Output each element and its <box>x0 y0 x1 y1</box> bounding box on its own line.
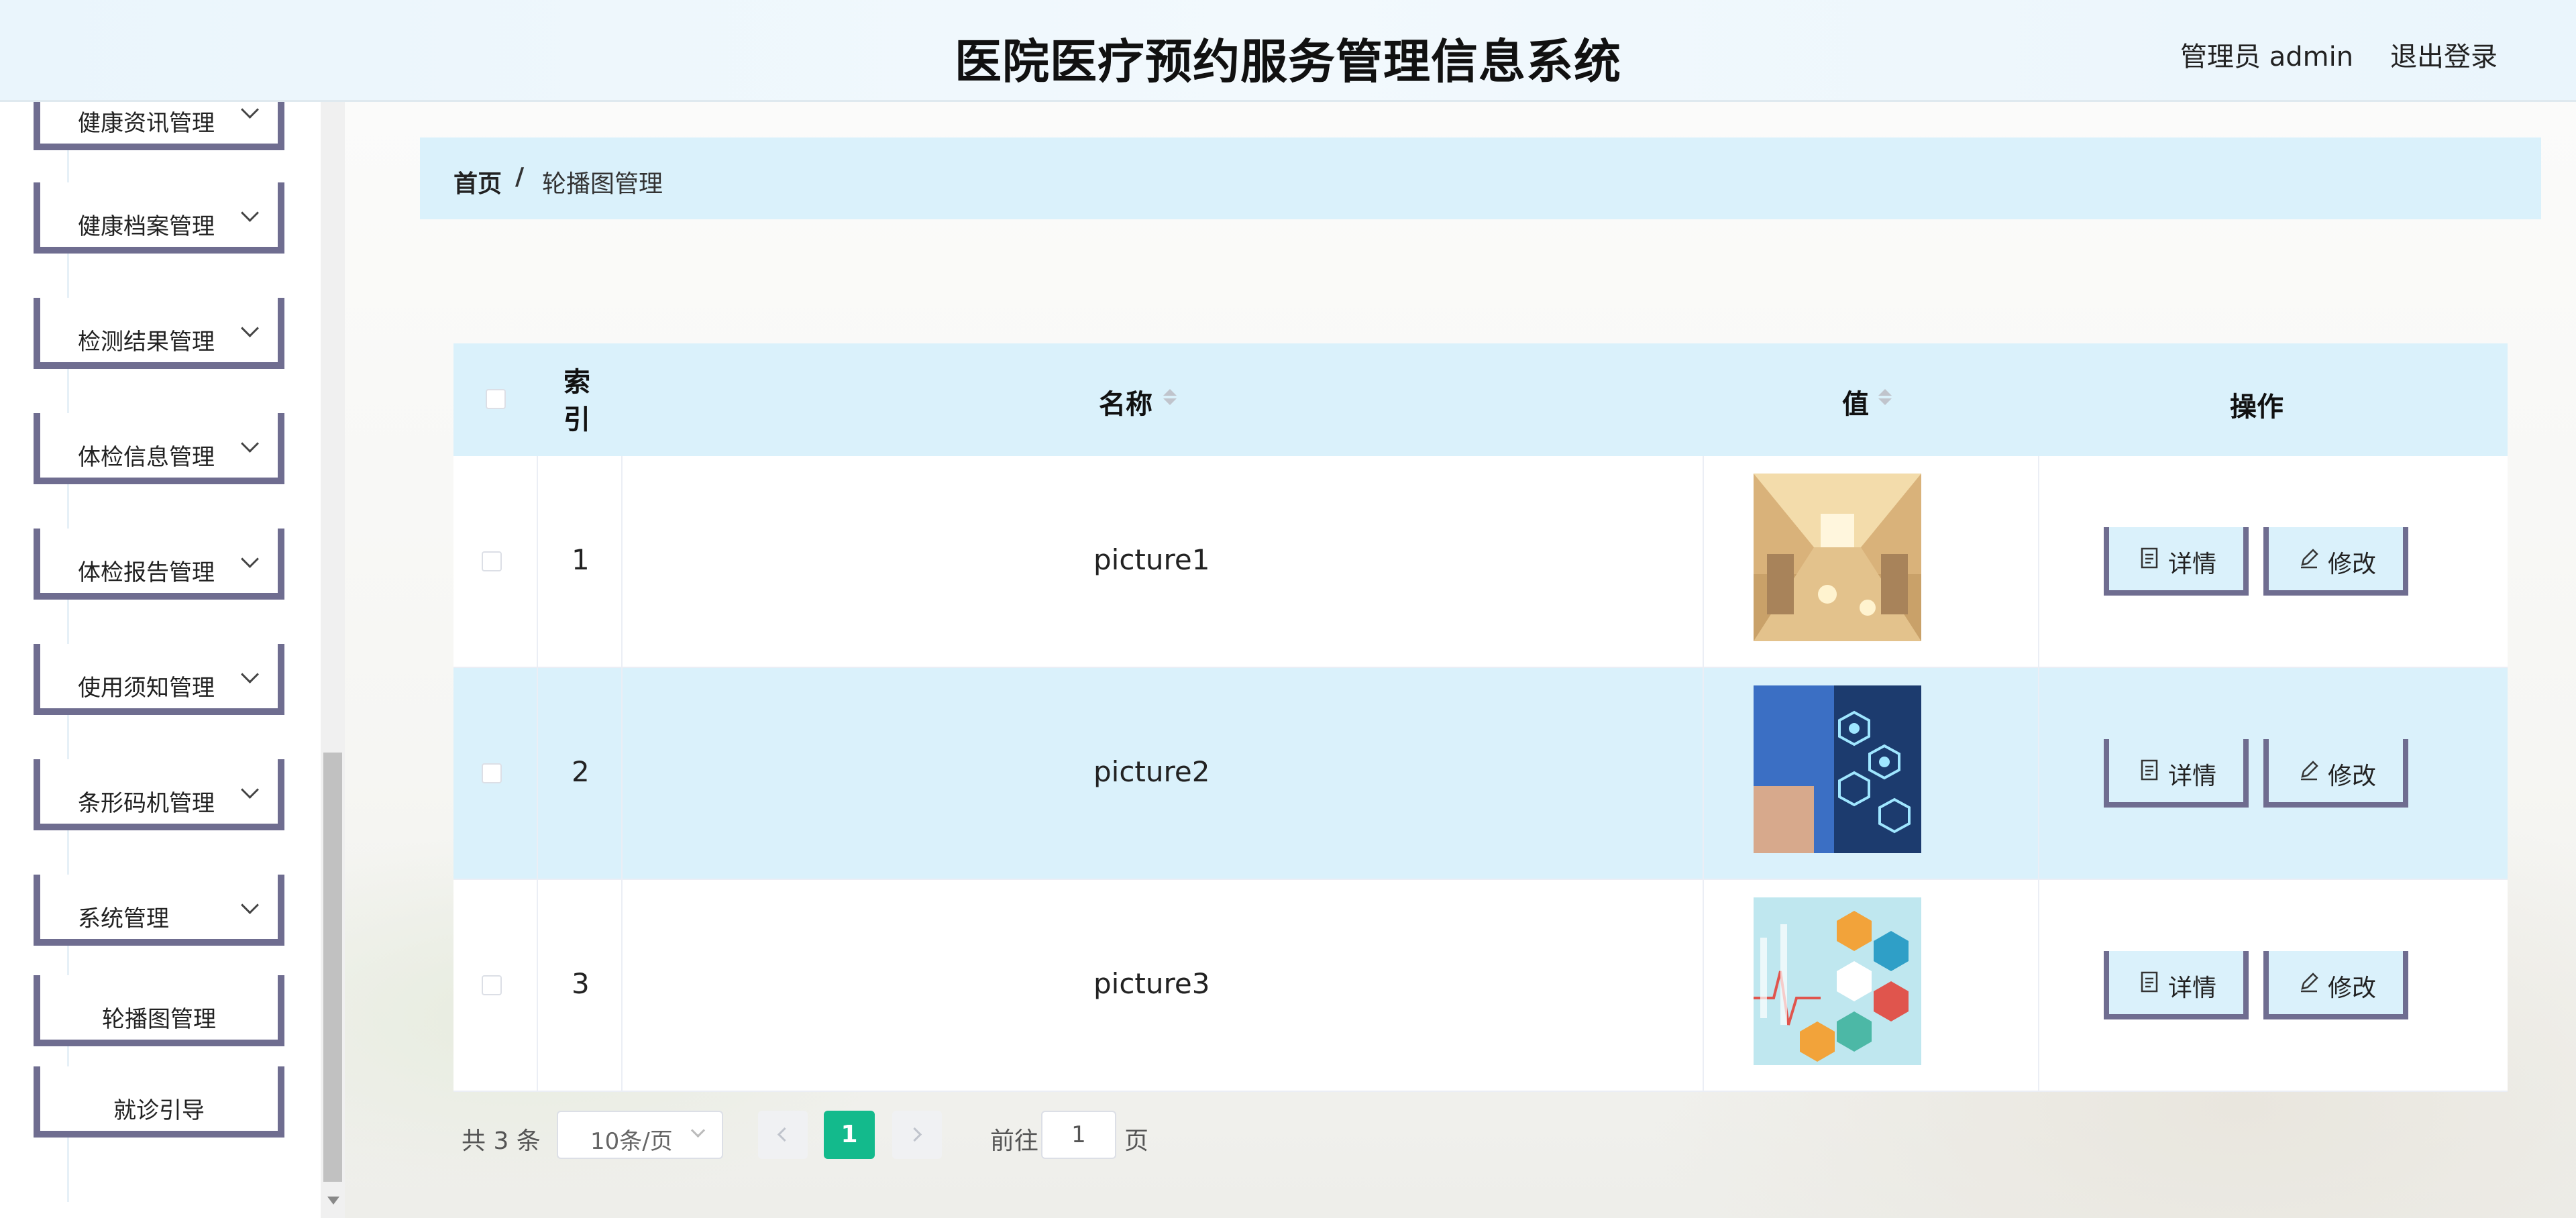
sidebar-item-label: 就诊引导 <box>113 1097 205 1124</box>
column-divider <box>2038 456 2039 1091</box>
detail-button[interactable]: 详情 <box>2104 739 2249 808</box>
table-header: 索引 名称 值 操作 <box>453 343 2508 456</box>
chevron-down-icon <box>241 435 259 453</box>
column-divider <box>537 456 538 1091</box>
sidebar-item-carousel[interactable]: 轮播图管理 <box>34 975 284 1046</box>
sidebar-item-checkup-report[interactable]: 体检报告管理 <box>34 529 284 600</box>
column-value-label: 值 <box>1842 389 1869 420</box>
row-index: 1 <box>572 543 590 576</box>
column-name-header[interactable]: 名称 <box>621 343 1703 456</box>
column-actions-label: 操作 <box>2230 392 2284 423</box>
select-all-checkbox[interactable] <box>486 389 506 409</box>
sidebar-item-usage-notes[interactable]: 使用须知管理 <box>34 644 284 715</box>
edit-button-label: 修改 <box>2328 763 2377 790</box>
sidebar-item-label: 体检信息管理 <box>78 444 215 471</box>
scrollbar-thumb[interactable] <box>323 753 342 1182</box>
detail-button[interactable]: 详情 <box>2104 951 2249 1019</box>
edit-button[interactable]: 修改 <box>2263 951 2408 1019</box>
sidebar-item-health-news[interactable]: 健康资讯管理 <box>34 102 284 150</box>
page-number-button[interactable]: 1 <box>824 1111 875 1159</box>
column-actions-header: 操作 <box>2038 343 2508 456</box>
row-checkbox[interactable] <box>482 551 502 571</box>
row-index: 2 <box>572 755 590 788</box>
table-row: 3 picture3 详情 修改 <box>453 880 2508 1092</box>
page-unit-label: 页 <box>1124 1127 1149 1155</box>
document-icon <box>2141 759 2158 781</box>
sidebar-item-label: 条形码机管理 <box>78 790 215 817</box>
sidebar-item-visit-guide[interactable]: 就诊引导 <box>34 1066 284 1138</box>
edit-pencil-icon <box>2301 549 2318 569</box>
sidebar-item-label: 系统管理 <box>78 905 169 932</box>
sidebar-item-label: 体检报告管理 <box>78 559 215 586</box>
column-divider <box>1703 456 1704 1091</box>
breadcrumb: 首页 / 轮播图管理 <box>420 137 2541 219</box>
sidebar-item-label: 轮播图管理 <box>102 1006 216 1033</box>
next-page-button[interactable] <box>892 1111 942 1159</box>
breadcrumb-separator: / <box>515 163 525 190</box>
row-name: picture3 <box>1093 967 1210 1000</box>
logout-link[interactable]: 退出登录 <box>2390 35 2498 74</box>
sidebar-item-label: 检测结果管理 <box>78 329 215 355</box>
chevron-down-icon <box>241 204 259 222</box>
detail-button[interactable]: 详情 <box>2104 527 2249 596</box>
column-divider <box>621 456 623 1091</box>
chevron-down-icon <box>241 550 259 568</box>
sidebar-item-barcode-machine[interactable]: 条形码机管理 <box>34 759 284 830</box>
chevron-down-icon <box>241 665 259 683</box>
edit-pencil-icon <box>2301 973 2318 993</box>
chevron-down-icon <box>241 896 259 914</box>
row-checkbox[interactable] <box>482 763 502 783</box>
sidebar-item-label: 健康档案管理 <box>78 213 215 240</box>
chevron-down-icon <box>241 319 259 337</box>
breadcrumb-home[interactable]: 首页 <box>453 164 502 199</box>
edit-pencil-icon <box>2301 761 2318 781</box>
detail-button-label: 详情 <box>2168 551 2217 578</box>
chevron-down-icon <box>241 102 259 119</box>
pagination-total: 共 3 条 <box>462 1127 541 1155</box>
goto-page-input[interactable] <box>1041 1111 1116 1159</box>
sidebar-item-label: 使用须知管理 <box>78 675 215 702</box>
sidebar-item-health-records[interactable]: 健康档案管理 <box>34 182 284 254</box>
detail-button-label: 详情 <box>2168 763 2217 790</box>
chevron-down-icon <box>241 781 259 799</box>
sidebar-scrollbar[interactable] <box>321 102 345 1218</box>
prev-page-button[interactable] <box>758 1111 808 1159</box>
sidebar-item-system[interactable]: 系统管理 <box>34 875 284 946</box>
goto-label: 前往 <box>990 1127 1039 1155</box>
edit-button-label: 修改 <box>2328 975 2377 1002</box>
row-name: picture2 <box>1093 755 1210 788</box>
detail-button-label: 详情 <box>2168 975 2217 1002</box>
column-name-label: 名称 <box>1099 389 1152 420</box>
carousel-table: 索引 名称 值 操作 1 picture1 详情 修改 2 picture2 详… <box>453 343 2508 1092</box>
edit-button[interactable]: 修改 <box>2263 527 2408 596</box>
document-icon <box>2141 547 2158 569</box>
scroll-down-arrow-icon[interactable] <box>327 1197 339 1205</box>
column-index-label: 索引 <box>564 367 590 435</box>
chevron-down-icon <box>690 1123 706 1138</box>
table-row: 1 picture1 详情 修改 <box>453 456 2508 668</box>
table-row: 2 picture2 详情 修改 <box>453 668 2508 880</box>
pagination: 共 3 条 10条/页 1 前往 页 <box>0 1100 2576 1174</box>
sidebar: 健康资讯管理 健康档案管理 检测结果管理 体检信息管理 体检报告管理 使用须知管… <box>0 102 321 1218</box>
sidebar-item-label: 健康资讯管理 <box>78 110 215 137</box>
row-index: 3 <box>572 967 590 1000</box>
current-user-label: 管理员 admin <box>2180 42 2354 72</box>
top-header: 医院医疗预约服务管理信息系统 管理员 admin 退出登录 <box>0 0 2576 102</box>
sidebar-item-checkup-info[interactable]: 体检信息管理 <box>34 413 284 484</box>
column-value-header[interactable]: 值 <box>1703 343 2038 456</box>
edit-button[interactable]: 修改 <box>2263 739 2408 808</box>
breadcrumb-current: 轮播图管理 <box>542 170 663 198</box>
row-checkbox[interactable] <box>482 975 502 995</box>
edit-button-label: 修改 <box>2328 551 2377 578</box>
carousel-image-thumbnail[interactable] <box>1754 474 1921 641</box>
sidebar-item-test-results[interactable]: 检测结果管理 <box>34 298 284 369</box>
row-name: picture1 <box>1093 543 1210 576</box>
document-icon <box>2141 971 2158 993</box>
column-index-header: 索引 <box>537 343 621 456</box>
page-size-select[interactable]: 10条/页 <box>557 1111 723 1159</box>
carousel-image-thumbnail[interactable] <box>1754 685 1921 853</box>
page-size-value: 10条/页 <box>590 1128 673 1155</box>
carousel-image-thumbnail[interactable] <box>1754 897 1921 1065</box>
